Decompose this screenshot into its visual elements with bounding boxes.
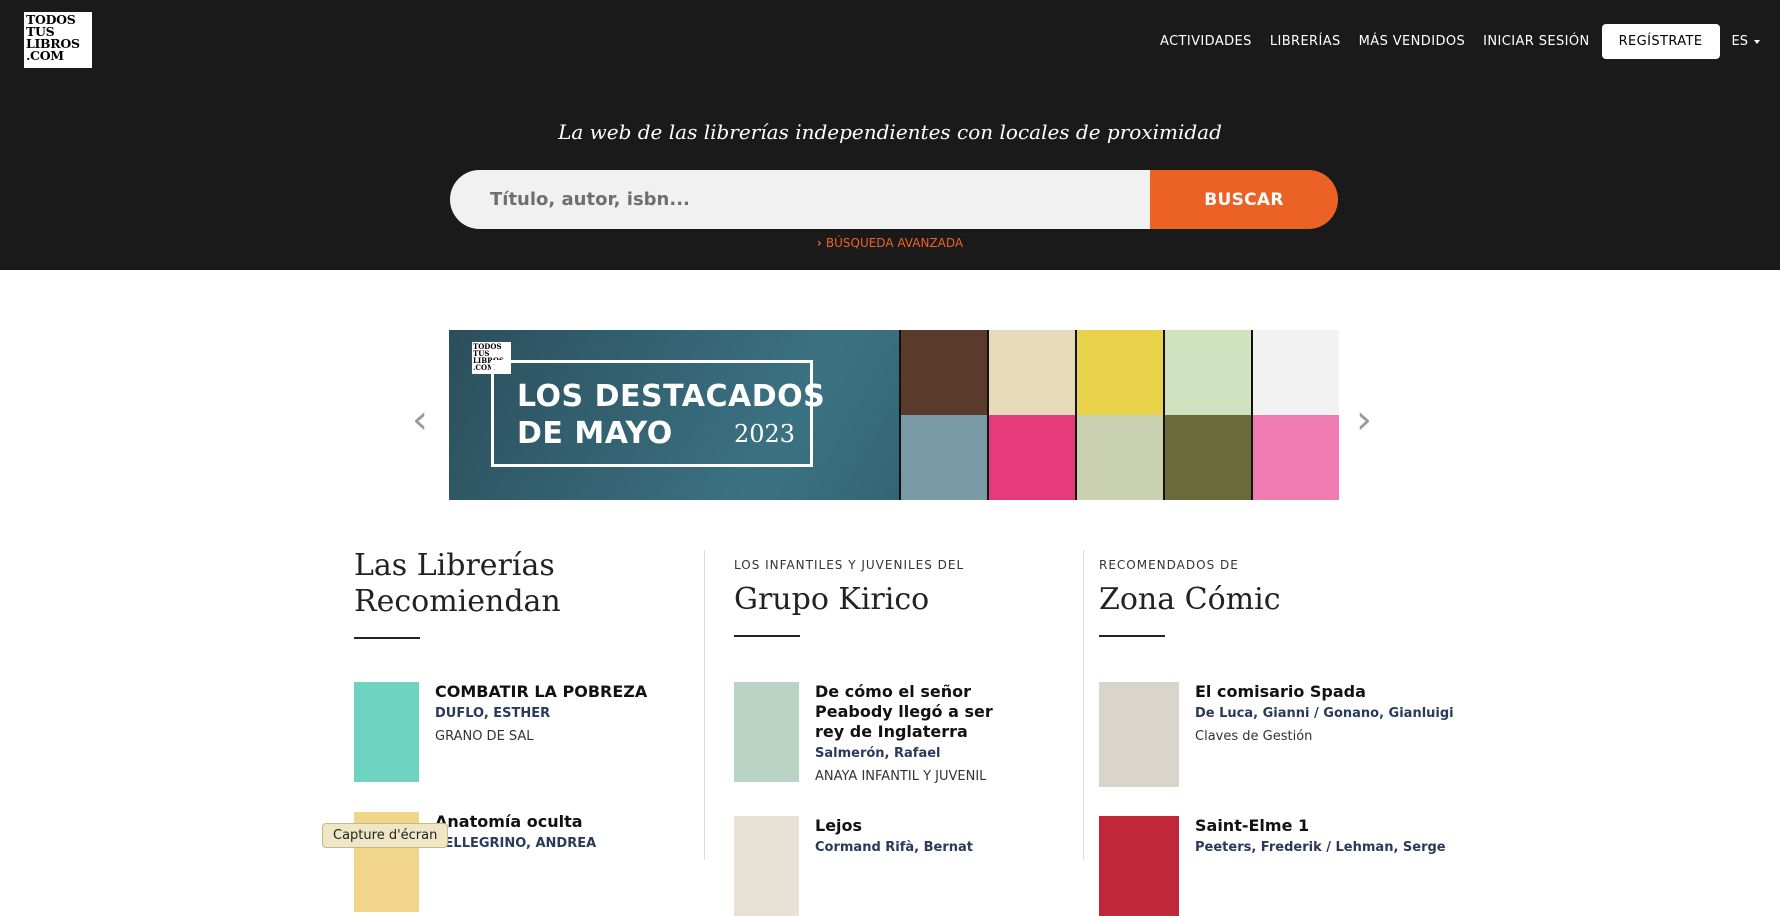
book-author[interactable]: Peeters, Frederik / Lehman, Serge bbox=[1195, 840, 1446, 855]
book-author[interactable]: DUFLO, ESTHER bbox=[435, 706, 647, 721]
book-item[interactable]: COMBATIR LA POBREZA DUFLO, ESTHER GRANO … bbox=[354, 682, 647, 782]
language-label: ES bbox=[1731, 34, 1748, 49]
column-divider bbox=[704, 550, 705, 860]
language-selector[interactable]: ES bbox=[1732, 34, 1760, 49]
banner-book-covers bbox=[899, 330, 1339, 500]
screenshot-capture-tooltip[interactable]: Capture d'écran bbox=[322, 823, 449, 848]
column-kicker: RECOMENDADOS DE bbox=[1099, 558, 1239, 572]
book-cover[interactable] bbox=[1099, 682, 1179, 787]
advanced-search-label: BÚSQUEDA AVANZADA bbox=[825, 236, 964, 250]
book-title[interactable]: COMBATIR LA POBREZA bbox=[435, 682, 647, 702]
title-underline bbox=[734, 635, 800, 637]
book-publisher: GRANO DE SAL bbox=[435, 729, 534, 744]
banner-cover bbox=[1251, 415, 1339, 500]
featured-banner[interactable]: TODOS TUS LIBROS .COM LOS DESTACADOS DE … bbox=[449, 330, 1339, 500]
column-librerias-recomiendan: Las Librerías Recomiendan bbox=[354, 548, 561, 639]
search-button[interactable]: BUSCAR bbox=[1150, 170, 1338, 229]
banner-cover bbox=[987, 415, 1075, 500]
banner-cover bbox=[899, 330, 987, 415]
banner-cover bbox=[1075, 415, 1163, 500]
banner-headline-line1: LOS DESTACADOS bbox=[517, 379, 826, 414]
banner-cover bbox=[1251, 330, 1339, 415]
book-publisher: Claves de Gestión bbox=[1195, 729, 1313, 744]
title-underline bbox=[354, 637, 420, 639]
book-author[interactable]: De Luca, Gianni / Gonano, Gianluigi bbox=[1195, 706, 1454, 721]
book-item[interactable]: El comisario Spada De Luca, Gianni / Gon… bbox=[1099, 682, 1454, 787]
book-item[interactable]: Saint-Elme 1 Peeters, Frederik / Lehman,… bbox=[1099, 816, 1446, 916]
register-button[interactable]: REGÍSTRATE bbox=[1601, 24, 1720, 59]
chevron-right-icon: › bbox=[816, 236, 822, 250]
book-title[interactable]: De cómo el señor Peabody llegó a ser rey… bbox=[815, 682, 1025, 742]
book-cover[interactable] bbox=[734, 816, 799, 916]
search-input[interactable]: Título, autor, isbn... bbox=[450, 170, 1150, 229]
column-title-line: Recomiendan bbox=[354, 584, 561, 619]
book-publisher: ANAYA INFANTIL Y JUVENIL bbox=[815, 769, 987, 784]
book-title[interactable]: Anatomía oculta bbox=[435, 812, 596, 832]
logo-line: .COM bbox=[26, 48, 64, 63]
carousel-next-arrow[interactable]: › bbox=[1356, 400, 1372, 440]
book-item[interactable]: De cómo el señor Peabody llegó a ser rey… bbox=[734, 682, 1025, 784]
nav-iniciar-sesion[interactable]: INICIAR SESIÓN bbox=[1483, 34, 1589, 49]
book-cover[interactable] bbox=[1099, 816, 1179, 916]
column-title: Las Librerías Recomiendan bbox=[354, 548, 561, 620]
column-kicker: LOS INFANTILES Y JUVENILES DEL bbox=[734, 558, 965, 572]
column-title: Grupo Kirico bbox=[734, 582, 930, 617]
nav-mas-vendidos[interactable]: MÁS VENDIDOS bbox=[1359, 34, 1465, 49]
book-author[interactable]: Cormand Rifà, Bernat bbox=[815, 840, 973, 855]
column-grupo-kirico: LOS INFANTILES Y JUVENILES DEL Grupo Kir… bbox=[734, 558, 964, 637]
banner-year: 2023 bbox=[734, 420, 796, 448]
column-title-line: Las Librerías bbox=[354, 548, 555, 583]
book-author[interactable]: Salmerón, Rafael bbox=[815, 746, 1025, 761]
main-nav: ACTIVIDADES LIBRERÍAS MÁS VENDIDOS INICI… bbox=[1142, 24, 1760, 59]
title-underline bbox=[1099, 635, 1165, 637]
book-item[interactable]: Lejos Cormand Rifà, Bernat bbox=[734, 816, 973, 916]
site-logo[interactable]: TODOS TUS LIBROS .COM bbox=[24, 12, 92, 68]
book-title[interactable]: El comisario Spada bbox=[1195, 682, 1454, 702]
book-cover[interactable] bbox=[354, 682, 419, 782]
column-divider bbox=[1083, 550, 1084, 860]
banner-cover bbox=[1075, 330, 1163, 415]
advanced-search-link[interactable]: › BÚSQUEDA AVANZADA bbox=[0, 236, 1780, 250]
nav-librerias[interactable]: LIBRERÍAS bbox=[1270, 34, 1341, 49]
book-title[interactable]: Lejos bbox=[815, 816, 973, 836]
search-bar: Título, autor, isbn... BUSCAR bbox=[450, 170, 1338, 229]
carousel-prev-arrow[interactable]: ‹ bbox=[412, 400, 428, 440]
book-cover[interactable] bbox=[734, 682, 799, 782]
caret-down-icon bbox=[1754, 39, 1760, 44]
site-header: TODOS TUS LIBROS .COM ACTIVIDADES LIBRER… bbox=[0, 0, 1780, 270]
banner-cover bbox=[987, 330, 1075, 415]
banner-cover bbox=[1163, 330, 1251, 415]
column-zona-comic: RECOMENDADOS DE Zona Cómic bbox=[1099, 558, 1281, 637]
banner-cover bbox=[1163, 415, 1251, 500]
book-title[interactable]: Saint-Elme 1 bbox=[1195, 816, 1446, 836]
site-tagline: La web de las librerías independientes c… bbox=[558, 120, 1222, 144]
book-author[interactable]: PELLEGRINO, ANDREA bbox=[435, 836, 596, 851]
column-title: Zona Cómic bbox=[1099, 582, 1281, 617]
nav-actividades[interactable]: ACTIVIDADES bbox=[1160, 34, 1252, 49]
banner-cover bbox=[899, 415, 987, 500]
